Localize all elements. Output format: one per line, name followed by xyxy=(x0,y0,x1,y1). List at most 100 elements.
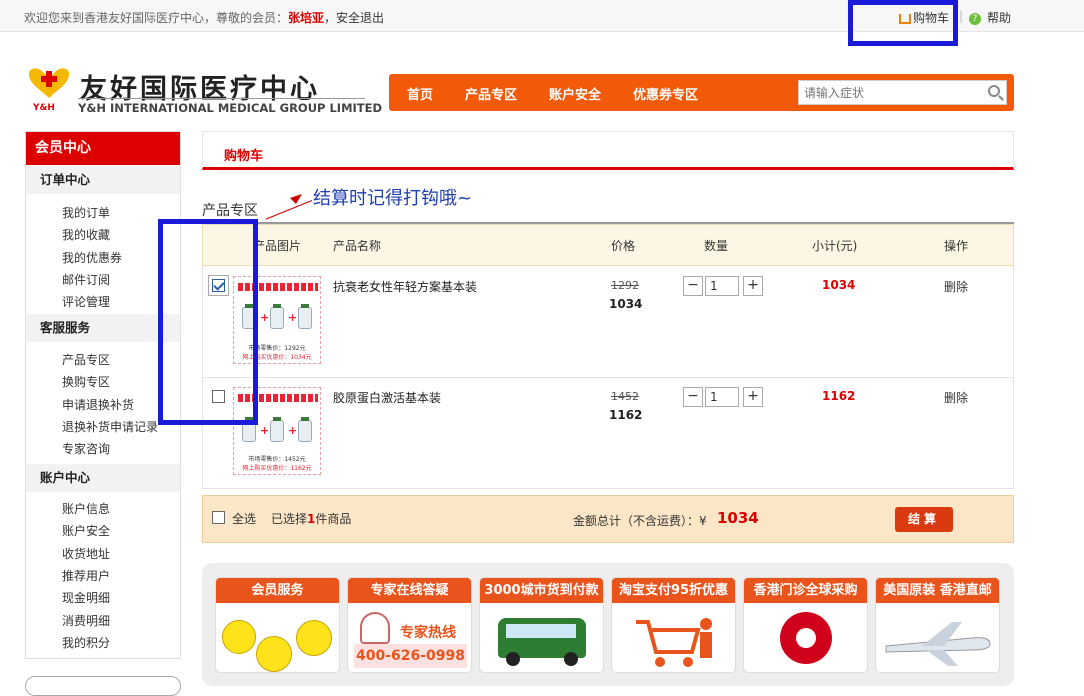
search-box xyxy=(798,80,1007,105)
product-name[interactable]: 抗衰老女性年轻方案基本装 xyxy=(333,278,477,295)
promo-card-title: 会员服务 xyxy=(216,578,339,603)
logo-mark-text: Y&H xyxy=(32,103,55,112)
sale-price: 1162 xyxy=(609,408,643,422)
sidebar-item-points[interactable]: 我的积分 xyxy=(62,634,110,651)
sidebar-item-my-orders[interactable]: 我的订单 xyxy=(62,204,110,221)
row-subtotal: 1162 xyxy=(822,389,856,403)
select-all-label[interactable]: 全选 xyxy=(232,510,256,527)
highlight-box-cart xyxy=(848,0,958,46)
promo-card-title: 香港门诊全球采购 xyxy=(744,578,867,603)
sidebar-title: 会员中心 xyxy=(26,132,180,165)
annotation-text: 结算时记得打钩哦~ xyxy=(313,188,473,209)
promo-card-usa[interactable]: 美国原装 香港直邮 xyxy=(875,577,1000,673)
qty-input[interactable]: 1 xyxy=(705,276,739,296)
nav-home[interactable]: 首页 xyxy=(407,84,433,103)
promo-banner: 会员服务 专家在线答疑 专家热线 400-626-0998 3000城市货到付款… xyxy=(202,563,1014,686)
welcome-text: 欢迎您来到香港友好国际医疗中心，尊敬的会员：张培亚，安全退出 xyxy=(24,9,384,26)
product-image-retail: 市场零售价：1452元 xyxy=(248,456,306,463)
sidebar-section-orders: 订单中心 我的订单 我的收藏 我的优惠券 邮件订阅 评论管理 xyxy=(26,166,180,309)
col-image: 产品图片 xyxy=(253,239,302,253)
promo-card-member[interactable]: 会员服务 xyxy=(215,577,340,673)
sidebar-item-cash-detail[interactable]: 现金明细 xyxy=(62,589,110,606)
checkout-button[interactable]: 结算 xyxy=(895,507,953,532)
cart-row: + + 市场零售价：1452元 网上购买优惠价：1162元 胶原蛋白激活基本装 … xyxy=(202,377,1014,489)
cart-row: + + 市场零售价：1292元 网上购买优惠价：1034元 抗衰老女性年轻方案基… xyxy=(202,266,1014,378)
product-image-online: 网上购买优惠价：1162元 xyxy=(242,465,312,472)
help-label: 帮助 xyxy=(987,11,1012,25)
promo-card-title: 专家在线答疑 xyxy=(348,578,471,603)
cart-tab-box: 购物车 xyxy=(202,131,1014,170)
cart-summary-bar: 全选 已选择1件商品 金额总计（不含运费）：¥ 1034 结算 xyxy=(202,495,1014,543)
sidebar-item-mail-subscribe[interactable]: 邮件订阅 xyxy=(62,271,110,288)
logo-icon: Y&H xyxy=(25,66,73,113)
sidebar-item-favorites[interactable]: 我的收藏 xyxy=(62,226,110,243)
qty-plus-button[interactable]: + xyxy=(743,387,763,407)
sidebar-item-spending-detail[interactable]: 消费明细 xyxy=(62,612,110,629)
highlight-box-checkboxes xyxy=(158,219,258,425)
sidebar-item-expert-consult[interactable]: 专家咨询 xyxy=(62,440,110,457)
total-label: 金额总计（不含运费）：¥ xyxy=(573,514,707,528)
select-all-checkbox[interactable] xyxy=(212,511,225,524)
section-title: 产品专区 xyxy=(202,203,258,219)
sidebar-item-referrals[interactable]: 推荐用户 xyxy=(62,567,110,584)
qty-input[interactable]: 1 xyxy=(705,387,739,407)
username[interactable]: 张培亚 xyxy=(288,11,324,25)
search-icon[interactable] xyxy=(988,85,1000,97)
arrow-head-icon xyxy=(290,194,302,204)
doctor-icon xyxy=(360,612,390,644)
hotline-label: 专家热线 xyxy=(400,625,456,641)
delete-link[interactable]: 删除 xyxy=(944,389,968,406)
selected-count-text: 已选择1件商品 xyxy=(271,510,351,527)
sidebar-section-title: 账户中心 xyxy=(26,464,180,492)
col-name: 产品名称 xyxy=(333,239,382,253)
delete-link[interactable]: 删除 xyxy=(944,278,968,295)
sidebar-section-title: 订单中心 xyxy=(26,166,180,194)
nav-products[interactable]: 产品专区 xyxy=(465,84,517,103)
sale-price: 1034 xyxy=(609,297,643,311)
original-price: 1292 xyxy=(611,279,639,292)
qty-plus-button[interactable]: + xyxy=(743,276,763,296)
smiley-icon xyxy=(296,620,332,656)
promo-card-hk-clinic[interactable]: 香港门诊全球采购 xyxy=(743,577,868,673)
help-link[interactable]: ? 帮助 xyxy=(969,9,1011,26)
sidebar-item-address[interactable]: 收货地址 xyxy=(62,545,110,562)
sidebar-item-return-records[interactable]: 退换补货申请记录 xyxy=(62,418,158,435)
sidebar-item-exchange[interactable]: 换购专区 xyxy=(62,373,110,390)
search-input[interactable] xyxy=(799,81,979,104)
sidebar-item-account-info[interactable]: 账户信息 xyxy=(62,500,110,517)
tab-cart[interactable]: 购物车 xyxy=(224,145,263,164)
sidebar-item-account-security[interactable]: 账户安全 xyxy=(62,522,110,539)
promo-card-cod[interactable]: 3000城市货到付款 xyxy=(479,577,604,673)
help-icon: ? xyxy=(969,12,981,25)
col-qty: 数量 xyxy=(704,239,729,253)
row-subtotal: 1034 xyxy=(822,278,856,292)
logout-link[interactable]: ，安全退出 xyxy=(324,11,384,25)
sidebar-bottom-widget xyxy=(25,676,181,696)
airplane-icon xyxy=(885,622,991,666)
promo-card-expert[interactable]: 专家在线答疑 专家热线 400-626-0998 xyxy=(347,577,472,673)
promo-card-taobao[interactable]: 淘宝支付95折优惠 xyxy=(611,577,736,673)
sidebar-section-account: 账户中心 账户信息 账户安全 收货地址 推荐用户 现金明细 消费明细 我的积分 xyxy=(26,464,180,654)
logo-divider xyxy=(78,98,365,99)
sidebar-item-return-request[interactable]: 申请退换补货 xyxy=(62,396,134,413)
top-separator: | xyxy=(959,9,964,23)
smiley-icon xyxy=(222,620,256,654)
col-subtotal: 小计(元) xyxy=(812,239,858,253)
selected-prefix: 已选择 xyxy=(271,512,308,526)
smiley-icon xyxy=(256,636,292,672)
original-price: 1452 xyxy=(611,390,639,403)
sidebar-item-products[interactable]: 产品专区 xyxy=(62,351,110,368)
welcome-message: 欢迎您来到香港友好国际医疗中心，尊敬的会员： xyxy=(24,11,289,25)
selected-suffix: 件商品 xyxy=(315,512,352,526)
qty-minus-button[interactable]: − xyxy=(683,276,703,296)
qty-minus-button[interactable]: − xyxy=(683,387,703,407)
sidebar-item-reviews[interactable]: 评论管理 xyxy=(62,293,110,310)
nav-coupons[interactable]: 优惠券专区 xyxy=(633,84,698,103)
sidebar-section-title: 客服服务 xyxy=(26,314,180,342)
promo-card-title: 3000城市货到付款 xyxy=(480,578,603,603)
cart-table-header: 产品图片 产品名称 价格 数量 小计(元) 操作 xyxy=(202,224,1014,266)
sidebar-item-coupons[interactable]: 我的优惠券 xyxy=(62,249,122,266)
product-name[interactable]: 胶原蛋白激活基本装 xyxy=(333,389,441,406)
sidebar-section-service: 客服服务 产品专区 换购专区 申请退换补货 退换补货申请记录 专家咨询 xyxy=(26,314,180,464)
nav-account-security[interactable]: 账户安全 xyxy=(549,84,601,103)
